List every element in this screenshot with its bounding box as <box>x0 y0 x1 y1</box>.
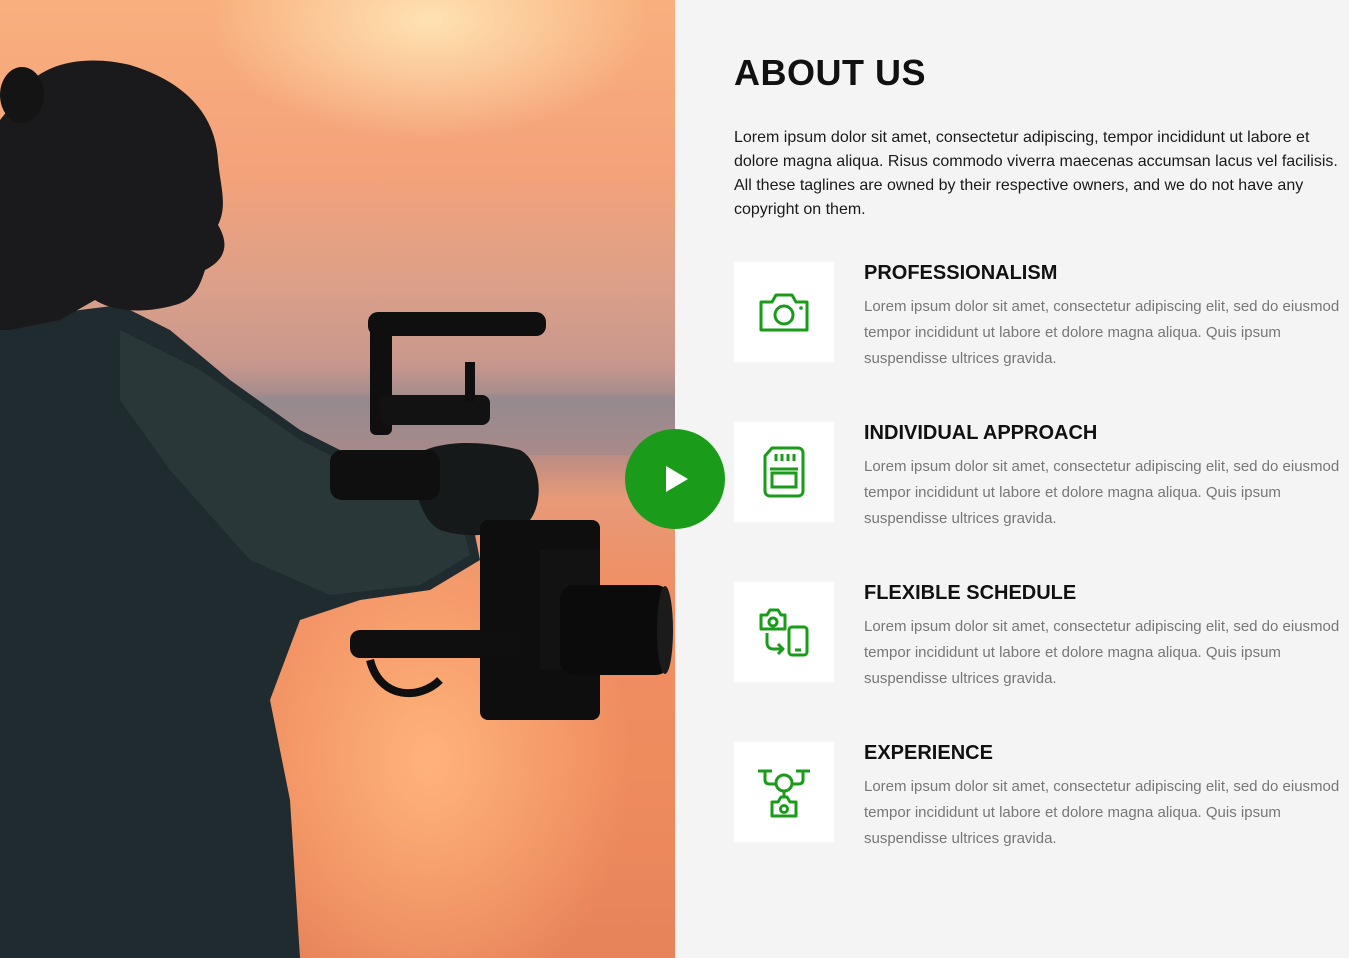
hero-photo <box>0 0 675 958</box>
sd-card-icon <box>763 446 805 498</box>
feature-description: Lorem ipsum dolor sit amet, consectetur … <box>864 298 1340 367</box>
feature-experience: EXPERIENCE Lorem ipsum dolor sit amet, c… <box>734 742 1344 852</box>
videographer-silhouette <box>0 60 675 958</box>
camera-drone-icon <box>758 769 810 818</box>
feature-description: Lorem ipsum dolor sit amet, consectetur … <box>864 618 1340 687</box>
feature-icon-box <box>734 582 834 682</box>
camera-to-phone-transfer-icon <box>759 608 809 657</box>
feature-description: Lorem ipsum dolor sit amet, consectetur … <box>864 778 1340 847</box>
feature-title: EXPERIENCE <box>864 742 993 764</box>
feature-icon-box <box>734 742 834 842</box>
feature-title: PROFESSIONALISM <box>864 262 1058 284</box>
play-icon <box>666 466 688 492</box>
feature-title: FLEXIBLE SCHEDULE <box>864 582 1077 604</box>
feature-description: Lorem ipsum dolor sit amet, consectetur … <box>864 458 1340 527</box>
feature-individual-approach: INDIVIDUAL APPROACH Lorem ipsum dolor si… <box>734 422 1344 532</box>
feature-professionalism: PROFESSIONALISM Lorem ipsum dolor sit am… <box>734 262 1344 372</box>
feature-icon-box <box>734 422 834 522</box>
feature-flexible-schedule: FLEXIBLE SCHEDULE Lorem ipsum dolor sit … <box>734 582 1344 692</box>
about-section: ABOUT US Lorem ipsum dolor sit amet, con… <box>0 0 1349 958</box>
camera-icon <box>759 293 809 332</box>
feature-title: INDIVIDUAL APPROACH <box>864 422 1098 444</box>
play-video-button[interactable] <box>625 429 725 529</box>
section-title: ABOUT US <box>734 52 926 93</box>
feature-icon-box <box>734 262 834 362</box>
intro-paragraph: Lorem ipsum dolor sit amet, consectetur … <box>734 129 1338 218</box>
